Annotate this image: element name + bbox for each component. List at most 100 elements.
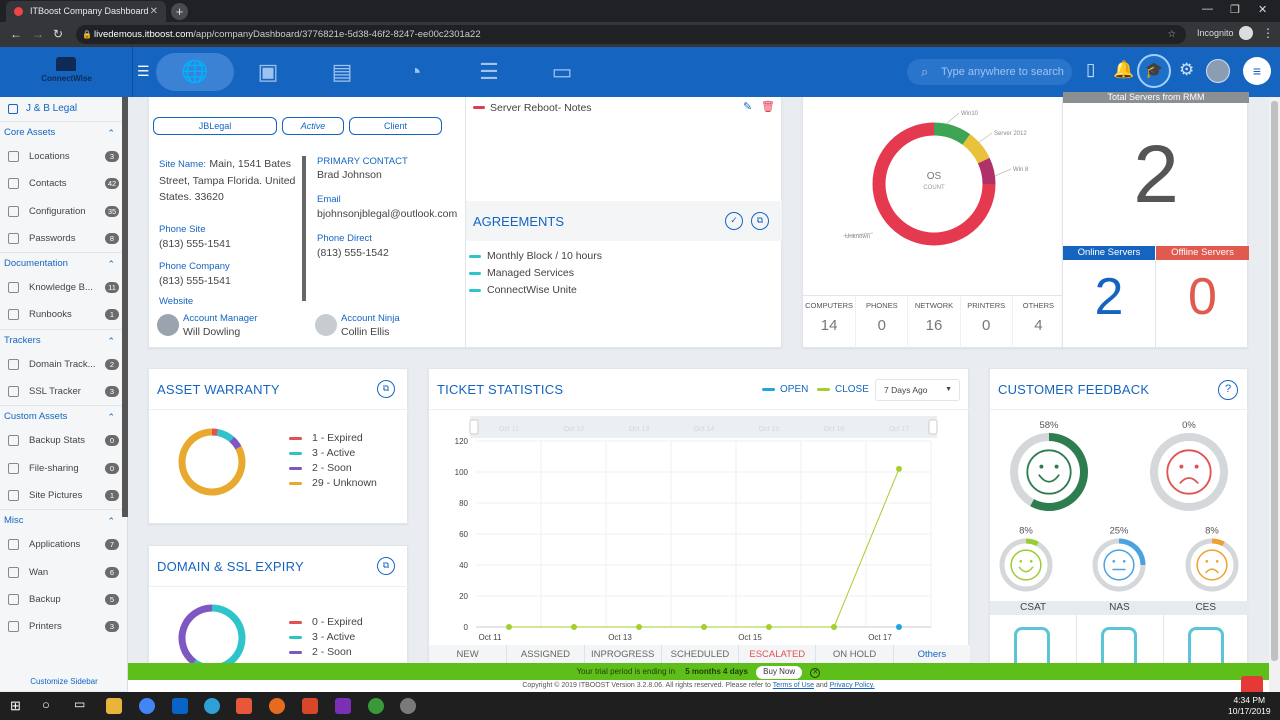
hamburger-menu-icon[interactable]: ☰ [137, 63, 150, 80]
agreement-item[interactable]: Managed Services [469, 265, 602, 282]
navigator-right-handle[interactable] [928, 419, 938, 435]
settings-app-icon[interactable] [368, 698, 384, 714]
close-legend-label[interactable]: CLOSE [835, 384, 869, 395]
data-point-close[interactable] [896, 465, 902, 472]
ticket-status-on-hold[interactable]: ON HOLD [815, 645, 892, 664]
device-count[interactable]: PRINTERS 0 [959, 296, 1012, 348]
edit-icon[interactable]: ✎ [743, 100, 752, 113]
gauge-fill[interactable] [1118, 538, 1146, 566]
account-ninja-value[interactable]: Collin Ellis [341, 326, 389, 338]
chevron-up-icon[interactable]: ⌃ [107, 510, 115, 532]
chrome-icon[interactable] [139, 698, 155, 714]
browser-tab[interactable]: ITBoost Company Dashboard ✕ [6, 1, 166, 22]
assets-icon[interactable]: ▣ [244, 53, 292, 91]
file-explorer-icon[interactable] [106, 698, 122, 714]
range-select[interactable]: 7 Days Ago ▼ [875, 379, 960, 401]
browser-menu-icon[interactable]: ⋮ [1262, 26, 1274, 40]
feedback-tab-ces[interactable]: CES [1163, 601, 1249, 615]
customize-sidebar-link[interactable]: Customize Sidebar [0, 677, 127, 686]
sidebar-item[interactable]: Runbooks 1 [0, 301, 127, 328]
ticket-status-new[interactable]: NEW [429, 645, 506, 664]
chevron-up-icon[interactable]: ⌃ [107, 406, 115, 428]
sidebar-item[interactable]: Wan 6 [0, 559, 127, 586]
domain-slice[interactable] [193, 604, 246, 664]
data-point-close[interactable] [701, 624, 707, 630]
ticket-status-escalated[interactable]: ESCALATED [738, 645, 815, 664]
sidebar-item[interactable]: Backup 5 [0, 586, 127, 613]
sidebar-section-header[interactable]: Core Assets ⌃ [0, 121, 127, 143]
data-point-close[interactable] [636, 624, 642, 630]
feedback-tab-nas[interactable]: NAS [1076, 601, 1162, 615]
data-point-close[interactable] [766, 624, 772, 630]
device-count[interactable]: NETWORK 16 [907, 296, 959, 348]
chevron-up-icon[interactable]: ⌃ [107, 330, 115, 352]
ticket-status-scheduled[interactable]: SCHEDULED [660, 645, 738, 664]
legend-item[interactable]: 2 - Soon [289, 461, 377, 476]
status-pill[interactable]: Active [282, 117, 344, 135]
sidebar-item[interactable]: Configuration 35 [0, 198, 127, 225]
connectwise-logo[interactable]: ConnectWise [0, 47, 133, 97]
device-count[interactable]: COMPUTERS 14 [803, 296, 855, 348]
email-value[interactable]: bjohnsonjblegal@outlook.com [317, 208, 457, 220]
domain-open-icon[interactable]: ⧉ [377, 557, 395, 575]
navigator-left-handle[interactable] [469, 419, 479, 435]
sidebar-item[interactable]: Printers 3 [0, 613, 127, 640]
reload-icon[interactable]: ↻ [53, 27, 63, 41]
type-pill[interactable]: Client [349, 117, 442, 135]
online-servers-value[interactable]: 2 [1063, 267, 1155, 327]
gauge-fill[interactable] [1030, 433, 1088, 511]
bell-icon[interactable]: 🔔 [1113, 60, 1134, 80]
open-legend-label[interactable]: OPEN [780, 384, 808, 395]
sidebar-section-header[interactable]: Misc ⌃ [0, 509, 127, 531]
legend-item[interactable]: 3 - Active [289, 446, 377, 461]
forward-icon[interactable]: → [32, 27, 44, 41]
buy-now-button[interactable]: Buy Now [756, 666, 803, 679]
ticket-status-others[interactable]: Others [892, 645, 970, 664]
sidebar-item[interactable]: File-sharing 0 [0, 455, 127, 482]
domain-slice[interactable] [178, 604, 213, 664]
trash-icon[interactable]: 🗑 [761, 100, 775, 113]
bookmark-star-icon[interactable]: ☆ [1167, 25, 1176, 44]
data-point-close[interactable] [506, 624, 512, 630]
sidebar-item[interactable]: Knowledge B... 11 [0, 274, 127, 301]
privacy-link[interactable]: Privacy Policy. [830, 682, 875, 689]
user-avatar[interactable] [1206, 59, 1230, 83]
agreement-check-icon[interactable]: ✓ [725, 212, 743, 230]
chat-icon[interactable]: ▭ [538, 53, 586, 91]
taskbar-search-icon[interactable]: ○ [42, 697, 50, 712]
legend-item[interactable]: 29 - Unknown [289, 476, 377, 491]
data-point-close[interactable] [571, 624, 577, 630]
phone-site-value[interactable]: (813) 555-1541 [159, 238, 231, 250]
task-view-icon[interactable]: ▭ [74, 697, 85, 711]
sidebar-item[interactable]: Backup Stats 0 [0, 427, 127, 454]
company-code-pill[interactable]: JBLegal [153, 117, 277, 135]
warranty-slice[interactable] [216, 429, 235, 443]
url-input[interactable]: 🔒 livedemous.itboost.com/app/companyDash… [76, 25, 1186, 44]
main-scrollbar-thumb[interactable] [1271, 101, 1278, 661]
back-icon[interactable]: ← [10, 27, 22, 41]
new-tab-button[interactable]: + [171, 3, 188, 20]
system-clock[interactable]: 4:34 PM 10/17/2019 [1228, 695, 1271, 717]
warranty-open-icon[interactable]: ⧉ [377, 380, 395, 398]
gauge-fill[interactable] [1211, 538, 1225, 547]
legend-item[interactable]: 2 - Soon [289, 645, 363, 660]
chrome-profile-icon[interactable] [400, 698, 416, 714]
outlook-icon[interactable] [172, 698, 188, 714]
sidebar-item[interactable]: Contacts 42 [0, 170, 127, 197]
sidebar-item[interactable]: Passwords 8 [0, 225, 127, 252]
global-search-input[interactable]: ⌕ Type anywhere to search [907, 59, 1072, 85]
chevron-up-icon[interactable]: ⌃ [107, 253, 115, 275]
phone-direct-value[interactable]: (813) 555-1542 [317, 247, 389, 259]
app-menu-button[interactable]: ≡ [1243, 57, 1271, 85]
sidebar-item[interactable]: Locations 3 [0, 143, 127, 170]
sidebar-section-header[interactable]: Custom Assets ⌃ [0, 405, 127, 427]
info-scrollbar[interactable] [302, 156, 306, 301]
graduation-cap-icon[interactable]: 🎓 [1137, 54, 1171, 88]
device-count[interactable]: PHONES 0 [855, 296, 907, 348]
chevron-up-icon[interactable]: ⌃ [107, 122, 115, 144]
os-slice[interactable] [962, 134, 990, 164]
sidebar-section-header[interactable]: Trackers ⌃ [0, 328, 127, 352]
agreement-open-icon[interactable]: ⧉ [751, 212, 769, 230]
onenote-icon[interactable] [335, 698, 351, 714]
sidebar-item[interactable]: Site Pictures 1 [0, 482, 127, 509]
